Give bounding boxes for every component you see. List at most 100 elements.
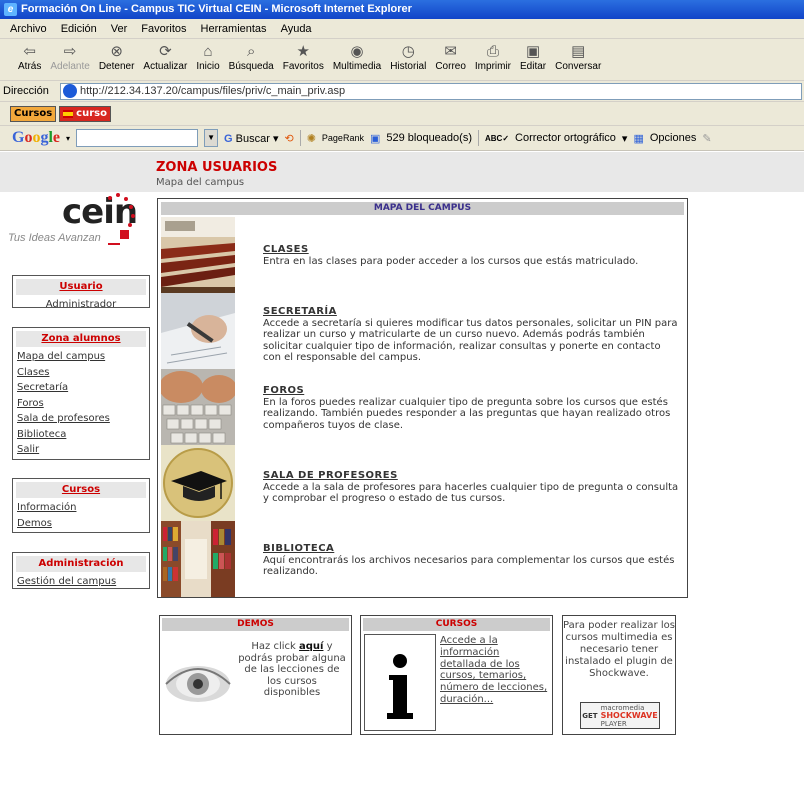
home-icon: ⌂ bbox=[203, 43, 213, 60]
google-autolink-icon[interactable]: ✺ bbox=[307, 132, 316, 145]
google-toolbar: Google ▾ ▼ G Buscar ▾ ⟲ ✺ PageRank ▣ 529… bbox=[0, 126, 804, 151]
demos-aqui-link[interactable]: aquí bbox=[299, 641, 323, 652]
sala-de-profesores-link[interactable]: SALA DE PROFESORES bbox=[263, 470, 679, 482]
toolbar-separator bbox=[299, 130, 301, 146]
highlight-pen-icon[interactable]: ✎ bbox=[702, 132, 711, 145]
google-menu-arrow-icon[interactable]: ▾ bbox=[66, 134, 70, 143]
eye-image bbox=[163, 634, 233, 732]
shockwave-badge-text: macromedia SHOCKWAVE PLAYER bbox=[600, 703, 658, 728]
standard-toolbar: ⇦ Atrás ⇨ Adelante ⊗ Detener ⟳ Actualizar ⌂ Inici… bbox=[0, 39, 804, 81]
imprimir-button[interactable]: ⎙ Imprimir bbox=[475, 39, 511, 72]
secretaria-link[interactable]: SECRETARÍA bbox=[263, 306, 679, 318]
google-search-dropdown[interactable]: ▼ bbox=[204, 129, 219, 147]
sidebar-item-secretaria[interactable]: Secretaría bbox=[13, 380, 149, 396]
toolbar-button-label: Imprimir bbox=[474, 61, 512, 72]
cein-logo: cein Tus Ideas Avanzan bbox=[8, 192, 152, 252]
clases-link[interactable]: CLASES bbox=[263, 244, 679, 256]
sidebar-item-gestion-del-campus[interactable]: Gestión del campus bbox=[13, 574, 149, 590]
toolbar-button-label: Editar bbox=[520, 61, 547, 72]
editar-button[interactable]: ▣ Editar bbox=[520, 39, 546, 72]
detener-button[interactable]: ⊗ Detener bbox=[99, 39, 135, 72]
map-row-secretaria: SECRETARÍA Accede a secretaría si quiere… bbox=[161, 293, 683, 369]
historial-button[interactable]: ◷ Historial bbox=[390, 39, 426, 72]
cein-tagline: Tus Ideas Avanzan bbox=[8, 232, 101, 244]
demos-header: DEMOS bbox=[162, 618, 349, 631]
spellcheck-dropdown-icon[interactable]: ▾ bbox=[622, 132, 628, 145]
menu-favoritos[interactable]: Favoritos bbox=[141, 23, 186, 35]
logo-dot bbox=[128, 223, 132, 227]
menu-herramientas[interactable]: Herramientas bbox=[201, 23, 267, 35]
biblioteca-description: Aquí encontrarás los archivos necesarios… bbox=[263, 554, 675, 578]
cursos-link-label: Cursos bbox=[14, 108, 53, 119]
usuario-box: Usuario Administrador bbox=[12, 275, 150, 310]
google-options-icon[interactable]: ⟲ bbox=[284, 132, 293, 145]
conversar-button[interactable]: ▤ Conversar bbox=[555, 39, 601, 72]
menu-ayuda[interactable]: Ayuda bbox=[281, 23, 312, 35]
map-row-text: SALA DE PROFESORES Accede a la sala de p… bbox=[263, 470, 679, 505]
logo-square bbox=[120, 230, 129, 239]
actualizar-button[interactable]: ⟳ Actualizar bbox=[143, 39, 187, 72]
spellcheck-button[interactable]: Corrector ortográfico bbox=[515, 132, 616, 144]
sidebar-item-sala-de-profesores[interactable]: Sala de profesores bbox=[13, 411, 149, 427]
inicio-button[interactable]: ⌂ Inicio bbox=[196, 39, 219, 72]
logo-dot bbox=[129, 205, 133, 209]
sidebar-item-informacion[interactable]: Información bbox=[13, 500, 149, 516]
forward-arrow-icon: ⇨ bbox=[63, 43, 77, 60]
google-pagerank[interactable]: PageRank bbox=[322, 133, 364, 143]
google-logo[interactable]: Google bbox=[12, 129, 60, 147]
menu-archivo[interactable]: Archivo bbox=[10, 23, 47, 35]
busqueda-button[interactable]: ⌕ Búsqueda bbox=[229, 39, 274, 72]
logo-line bbox=[108, 243, 120, 245]
curso-link-button[interactable]: curso bbox=[59, 105, 111, 122]
address-input[interactable]: http://212.34.137.20/campus/files/priv/c… bbox=[60, 82, 802, 100]
sidebar-item-mapa-del-campus[interactable]: Mapa del campus bbox=[13, 349, 149, 365]
foros-link[interactable]: FOROS bbox=[263, 385, 679, 397]
sidebar-item-clases[interactable]: Clases bbox=[13, 365, 149, 381]
sidebar-item-salir[interactable]: Salir bbox=[13, 442, 149, 458]
google-search-input[interactable] bbox=[76, 129, 199, 147]
curso-link-label: curso bbox=[76, 108, 107, 119]
cursos-box: Cursos Información Demos bbox=[12, 478, 150, 533]
map-row-text: CLASES Entra en las clases para poder ac… bbox=[263, 244, 679, 267]
shockwave-text: Para poder realizar los cursos multimedi… bbox=[563, 620, 675, 679]
graduation-cap-image[interactable] bbox=[161, 445, 235, 521]
atras-button[interactable]: ⇦ Atrás bbox=[18, 39, 41, 72]
menu-edicion[interactable]: Edición bbox=[61, 23, 97, 35]
sidebar-item-foros[interactable]: Foros bbox=[13, 396, 149, 412]
biblioteca-link[interactable]: BIBLIOTECA bbox=[263, 543, 679, 555]
sidebar-item-demos[interactable]: Demos bbox=[13, 516, 149, 532]
google-buscar-button[interactable]: G Buscar ▾ bbox=[224, 132, 278, 145]
popup-blocked-count[interactable]: 529 bloqueado(s) bbox=[386, 132, 472, 144]
search-icon: ⌕ bbox=[246, 43, 256, 60]
map-row-text: FOROS En la foros puedes realizar cualqu… bbox=[263, 385, 679, 431]
writing-hand-image[interactable] bbox=[161, 293, 235, 369]
multimedia-button[interactable]: ◉ Multimedia bbox=[333, 39, 381, 72]
cursos-info-header: CURSOS bbox=[363, 618, 550, 631]
ie-logo-icon: e bbox=[4, 3, 17, 16]
library-image[interactable] bbox=[161, 521, 235, 597]
sidebar-item-biblioteca[interactable]: Biblioteca bbox=[13, 427, 149, 443]
get-shockwave-player-button[interactable]: GET macromedia SHOCKWAVE PLAYER bbox=[580, 702, 660, 729]
edit-icon: ▣ bbox=[525, 43, 541, 60]
toolbar-button-label: Adelante bbox=[50, 61, 90, 72]
favoritos-button[interactable]: ★ Favoritos bbox=[283, 39, 324, 72]
correo-button[interactable]: ✉ Correo bbox=[435, 39, 466, 72]
menu-ver[interactable]: Ver bbox=[111, 23, 128, 35]
cursos-info-box: CURSOS Accede a la información detallada… bbox=[360, 615, 553, 735]
cursos-info-link[interactable]: Accede a la información detallada de los… bbox=[440, 635, 548, 706]
foros-description: En la foros puedes realizar cualquier ti… bbox=[263, 396, 671, 431]
secretaria-description: Accede a secretaría si quieres modificar… bbox=[263, 317, 678, 364]
breadcrumb: Mapa del campus bbox=[156, 177, 245, 188]
logo-dot bbox=[116, 193, 120, 197]
keyboard-image[interactable] bbox=[161, 369, 235, 445]
sala-de-profesores-description: Accede a la sala de profesores para hace… bbox=[263, 481, 679, 505]
usuario-heading[interactable]: Usuario bbox=[16, 279, 146, 295]
zona-alumnos-heading[interactable]: Zona alumnos bbox=[16, 331, 146, 347]
classroom-image[interactable] bbox=[161, 217, 235, 293]
cursos-heading[interactable]: Cursos bbox=[16, 482, 146, 498]
address-bar: Dirección http://212.34.137.20/campus/fi… bbox=[0, 81, 804, 102]
google-options-button[interactable]: Opciones bbox=[650, 132, 696, 144]
adelante-button[interactable]: ⇨ Adelante bbox=[50, 39, 89, 72]
cursos-link-button[interactable]: Cursos bbox=[10, 105, 57, 122]
toolbar-button-label: Multimedia bbox=[332, 61, 382, 72]
